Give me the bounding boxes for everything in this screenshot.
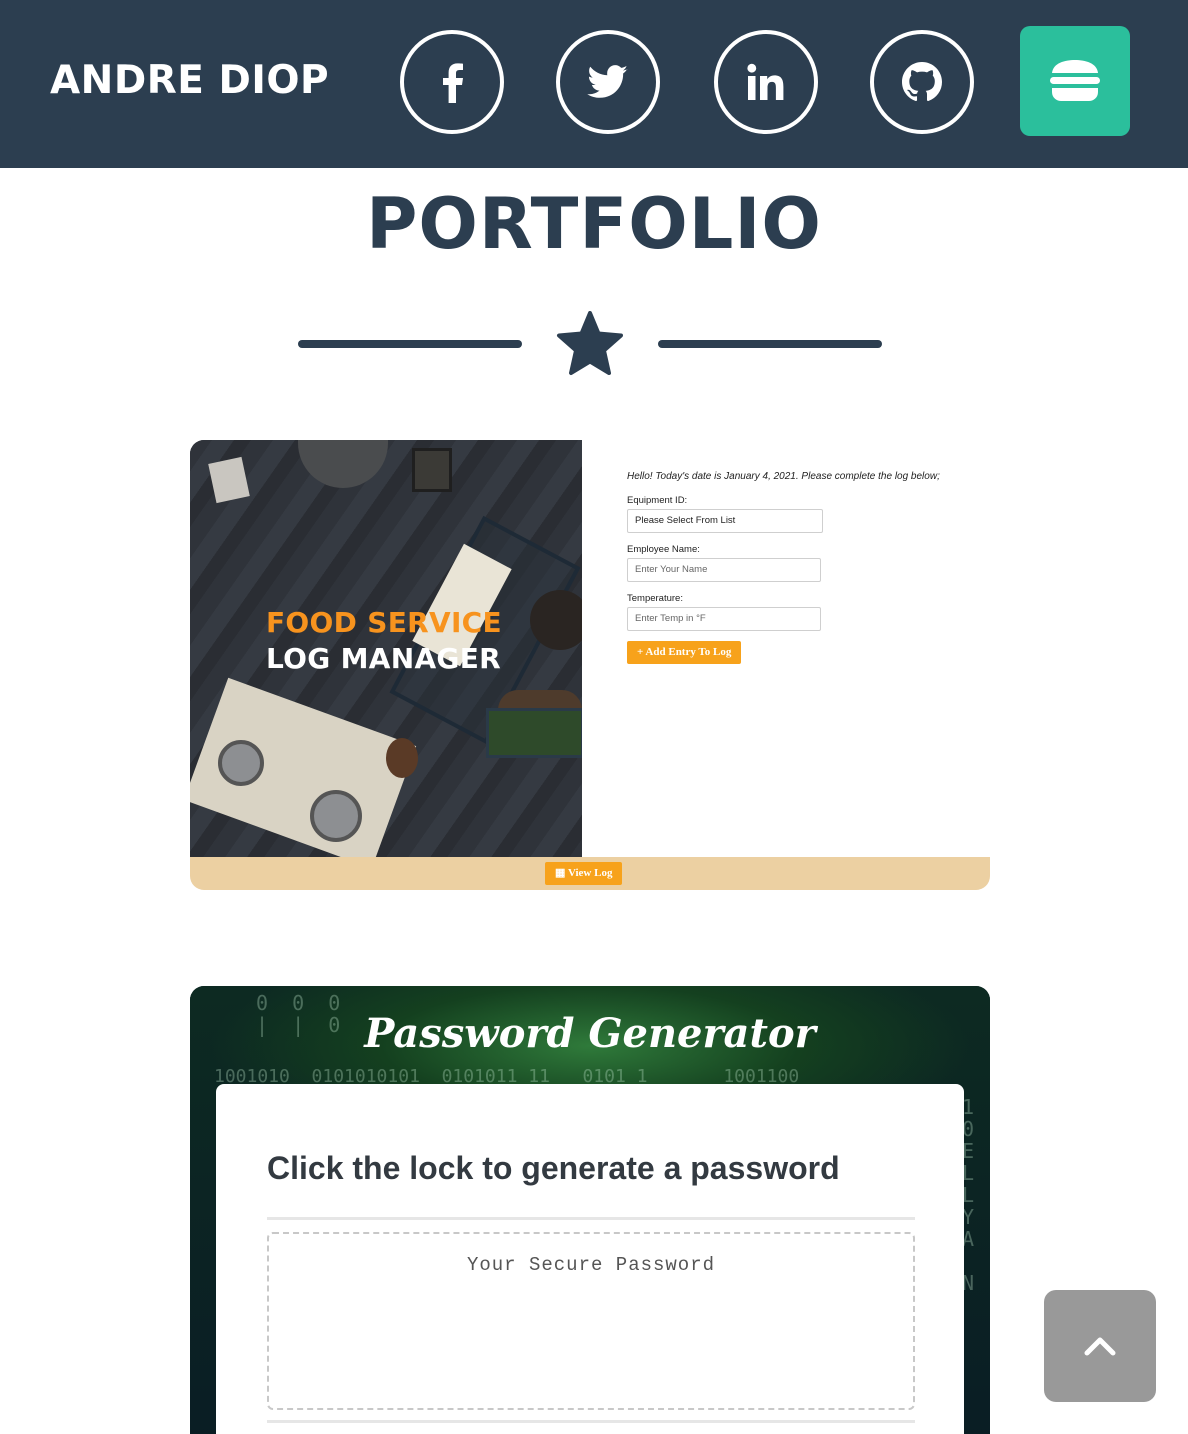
employee-name-label: Employee Name:	[627, 544, 700, 555]
menu-toggle-button[interactable]	[1020, 26, 1130, 136]
project-footer-bar: ▦ View Log	[190, 857, 990, 890]
temperature-input[interactable]: Enter Temp in °F	[627, 607, 821, 631]
project-title-line2: LOG MANAGER	[266, 642, 501, 675]
twitter-link[interactable]	[556, 30, 660, 134]
linkedin-link[interactable]	[714, 30, 818, 134]
project-card-password-generator[interactable]: 0 0 0 | | 0 1001010 0101010101 0101011 1…	[190, 986, 990, 1434]
add-entry-label: Add Entry To Log	[645, 646, 732, 658]
project-photo: FOOD SERVICE LOG MANAGER	[190, 440, 582, 857]
facebook-icon	[443, 63, 463, 103]
project-title: Password Generator	[364, 1010, 816, 1057]
facebook-link[interactable]	[400, 30, 504, 134]
hamburger-icon	[1050, 60, 1100, 101]
project-title-line1: FOOD SERVICE	[266, 606, 502, 639]
brand-name[interactable]: ANDRE DIOP	[50, 58, 329, 104]
navbar: ANDRE DIOP	[0, 0, 1188, 168]
github-link[interactable]	[870, 30, 974, 134]
generator-panel: Click the lock to generate a password Yo…	[216, 1084, 964, 1434]
equipment-id-select[interactable]: Please Select From List	[627, 509, 823, 533]
log-form: Hello! Today's date is January 4, 2021. …	[627, 470, 987, 664]
view-log-label: View Log	[567, 867, 613, 879]
employee-name-input[interactable]: Enter Your Name	[627, 558, 821, 582]
chevron-up-icon	[1084, 1337, 1116, 1356]
linkedin-icon	[747, 63, 784, 100]
add-entry-button[interactable]: + Add Entry To Log	[627, 641, 742, 664]
greeting-text: Hello! Today's date is January 4, 2021. …	[627, 471, 940, 482]
star-icon	[557, 311, 623, 375]
divider-line-left	[298, 340, 522, 348]
divider-line-right	[658, 340, 882, 348]
table-icon: ▦	[555, 867, 568, 879]
temperature-label: Temperature:	[627, 593, 683, 604]
section-title: PORTFOLIO	[366, 183, 822, 265]
divider	[267, 1217, 915, 1220]
equipment-id-label: Equipment ID:	[627, 495, 688, 506]
twitter-icon	[587, 65, 628, 98]
view-log-button[interactable]: ▦ View Log	[545, 862, 623, 885]
github-icon	[902, 62, 942, 102]
back-to-top-button[interactable]	[1044, 1290, 1156, 1402]
password-output[interactable]: Your Secure Password	[267, 1232, 915, 1410]
generator-heading: Click the lock to generate a password	[267, 1150, 840, 1186]
project-card-food-service[interactable]: FOOD SERVICE LOG MANAGER Hello! Today's …	[190, 440, 990, 890]
divider	[267, 1420, 915, 1423]
